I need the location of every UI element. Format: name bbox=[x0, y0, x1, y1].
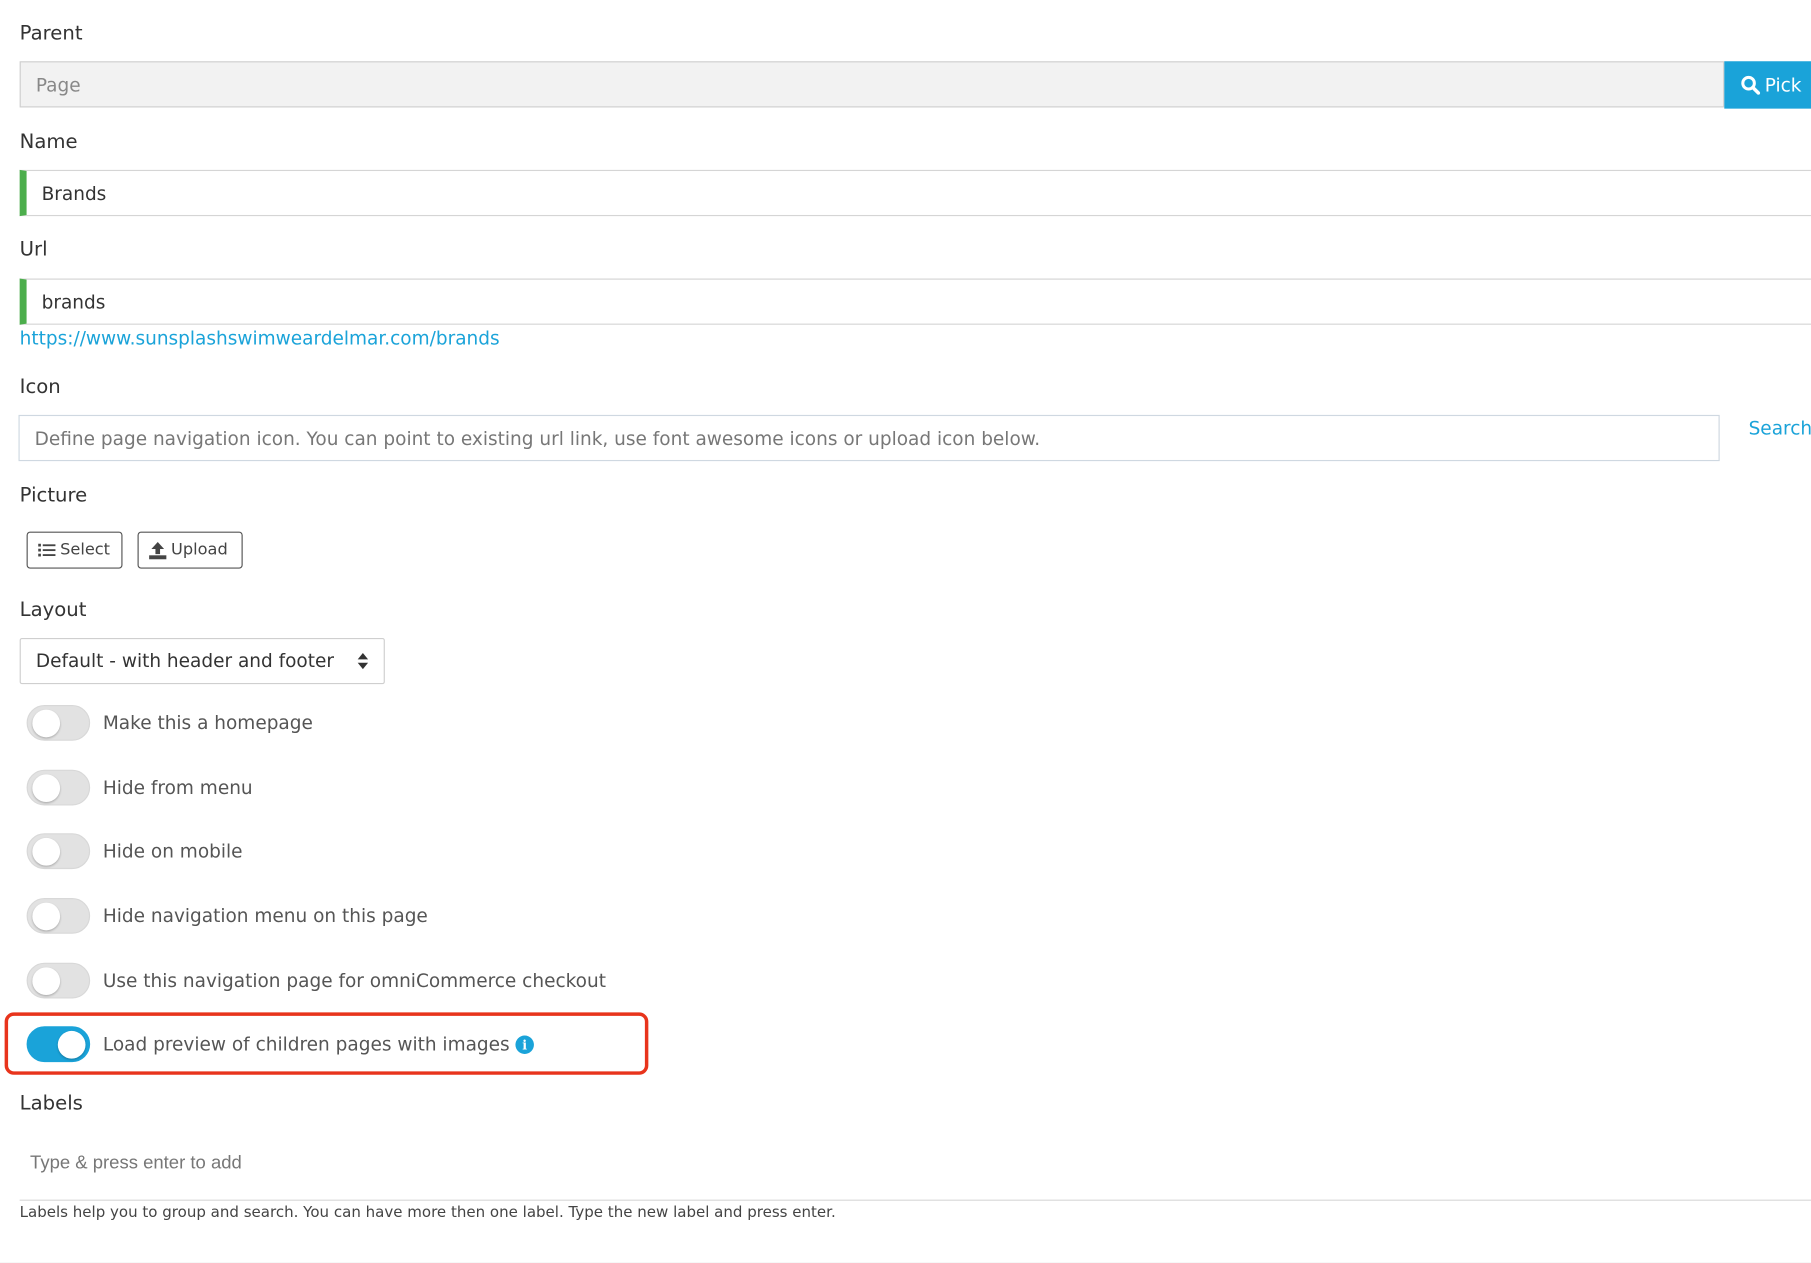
upload-picture-button[interactable]: Upload bbox=[137, 531, 243, 569]
hide-on-mobile-toggle[interactable] bbox=[26, 832, 91, 869]
name-input[interactable]: Brands bbox=[19, 169, 1811, 217]
hide-from-menu-label: Hide from menu bbox=[102, 776, 253, 799]
omnicommerce-checkout-toggle[interactable] bbox=[26, 962, 91, 998]
page-url-link[interactable]: https://www.sunsplashswimweardelmar.com/… bbox=[20, 327, 500, 349]
homepage-toggle-label: Make this a homepage bbox=[102, 711, 313, 734]
name-label: Name bbox=[19, 130, 78, 154]
search-icon bbox=[1741, 75, 1761, 95]
toggle-row-hide-on-mobile: Hide on mobile bbox=[26, 832, 243, 869]
sort-caret-icon bbox=[357, 652, 369, 670]
hide-navigation-label: Hide navigation menu on this page bbox=[102, 904, 428, 927]
layout-selected-value: Default - with header and footer bbox=[35, 649, 334, 672]
pick-button-label: Pick bbox=[1764, 73, 1802, 96]
name-value: Brands bbox=[41, 182, 107, 205]
parent-label: Parent bbox=[19, 21, 83, 46]
labels-placeholder: Type & press enter to add bbox=[30, 1153, 242, 1174]
layout-label: Layout bbox=[19, 598, 87, 622]
icon-placeholder: Define page navigation icon. You can poi… bbox=[34, 427, 1041, 450]
parent-placeholder: Page bbox=[35, 73, 81, 96]
upload-icon bbox=[149, 541, 167, 559]
labels-input[interactable]: Type & press enter to add bbox=[19, 1142, 1811, 1201]
labels-help-text: Labels help you to group and search. You… bbox=[19, 1204, 836, 1222]
load-preview-toggle[interactable] bbox=[26, 1025, 91, 1062]
icon-search-link[interactable]: Search bbox=[1749, 417, 1811, 439]
info-icon[interactable]: i bbox=[515, 1035, 534, 1054]
url-label: Url bbox=[19, 238, 48, 262]
upload-picture-label: Upload bbox=[171, 540, 228, 560]
toggle-row-homepage: Make this a homepage bbox=[26, 704, 313, 741]
toggle-row-hide-from-menu: Hide from menu bbox=[26, 769, 253, 806]
toggle-knob bbox=[32, 966, 61, 995]
omnicommerce-checkout-label: Use this navigation page for omniCommerc… bbox=[102, 969, 606, 992]
form-content: Parent Page Pick Name Brands Url brands … bbox=[0, 0, 1811, 1263]
url-input[interactable]: brands bbox=[19, 278, 1811, 325]
toggle-knob bbox=[32, 773, 61, 802]
load-preview-label-text: Load preview of children pages with imag… bbox=[102, 1032, 510, 1055]
toggle-knob bbox=[32, 837, 61, 866]
labels-label: Labels bbox=[19, 1092, 83, 1116]
toggle-knob bbox=[32, 709, 61, 737]
homepage-toggle[interactable] bbox=[26, 704, 91, 741]
hide-navigation-toggle[interactable] bbox=[26, 897, 91, 934]
parent-input[interactable]: Page bbox=[19, 61, 1725, 108]
select-picture-label: Select bbox=[60, 540, 111, 560]
select-picture-button[interactable]: Select bbox=[26, 531, 123, 569]
toggle-row-hide-navigation: Hide navigation menu on this page bbox=[26, 897, 428, 934]
layout-select[interactable]: Default - with header and footer bbox=[19, 637, 385, 685]
url-value: brands bbox=[41, 291, 106, 314]
icon-label: Icon bbox=[19, 375, 61, 399]
hide-from-menu-toggle[interactable] bbox=[26, 769, 91, 805]
list-icon bbox=[38, 543, 56, 557]
toggle-row-load-preview: Load preview of children pages with imag… bbox=[26, 1025, 534, 1062]
toggle-row-omnicommerce-checkout: Use this navigation page for omniCommerc… bbox=[26, 962, 606, 999]
toggle-knob bbox=[57, 1030, 86, 1059]
picture-label: Picture bbox=[19, 484, 88, 508]
icon-input[interactable]: Define page navigation icon. You can poi… bbox=[18, 414, 1720, 462]
load-preview-label: Load preview of children pages with imag… bbox=[103, 1033, 534, 1055]
toggle-knob bbox=[32, 902, 61, 930]
page-settings-panel: Parent Page Pick Name Brands Url brands … bbox=[0, 0, 1811, 1262]
pick-button[interactable]: Pick bbox=[1724, 61, 1811, 109]
hide-on-mobile-label: Hide on mobile bbox=[102, 839, 243, 862]
